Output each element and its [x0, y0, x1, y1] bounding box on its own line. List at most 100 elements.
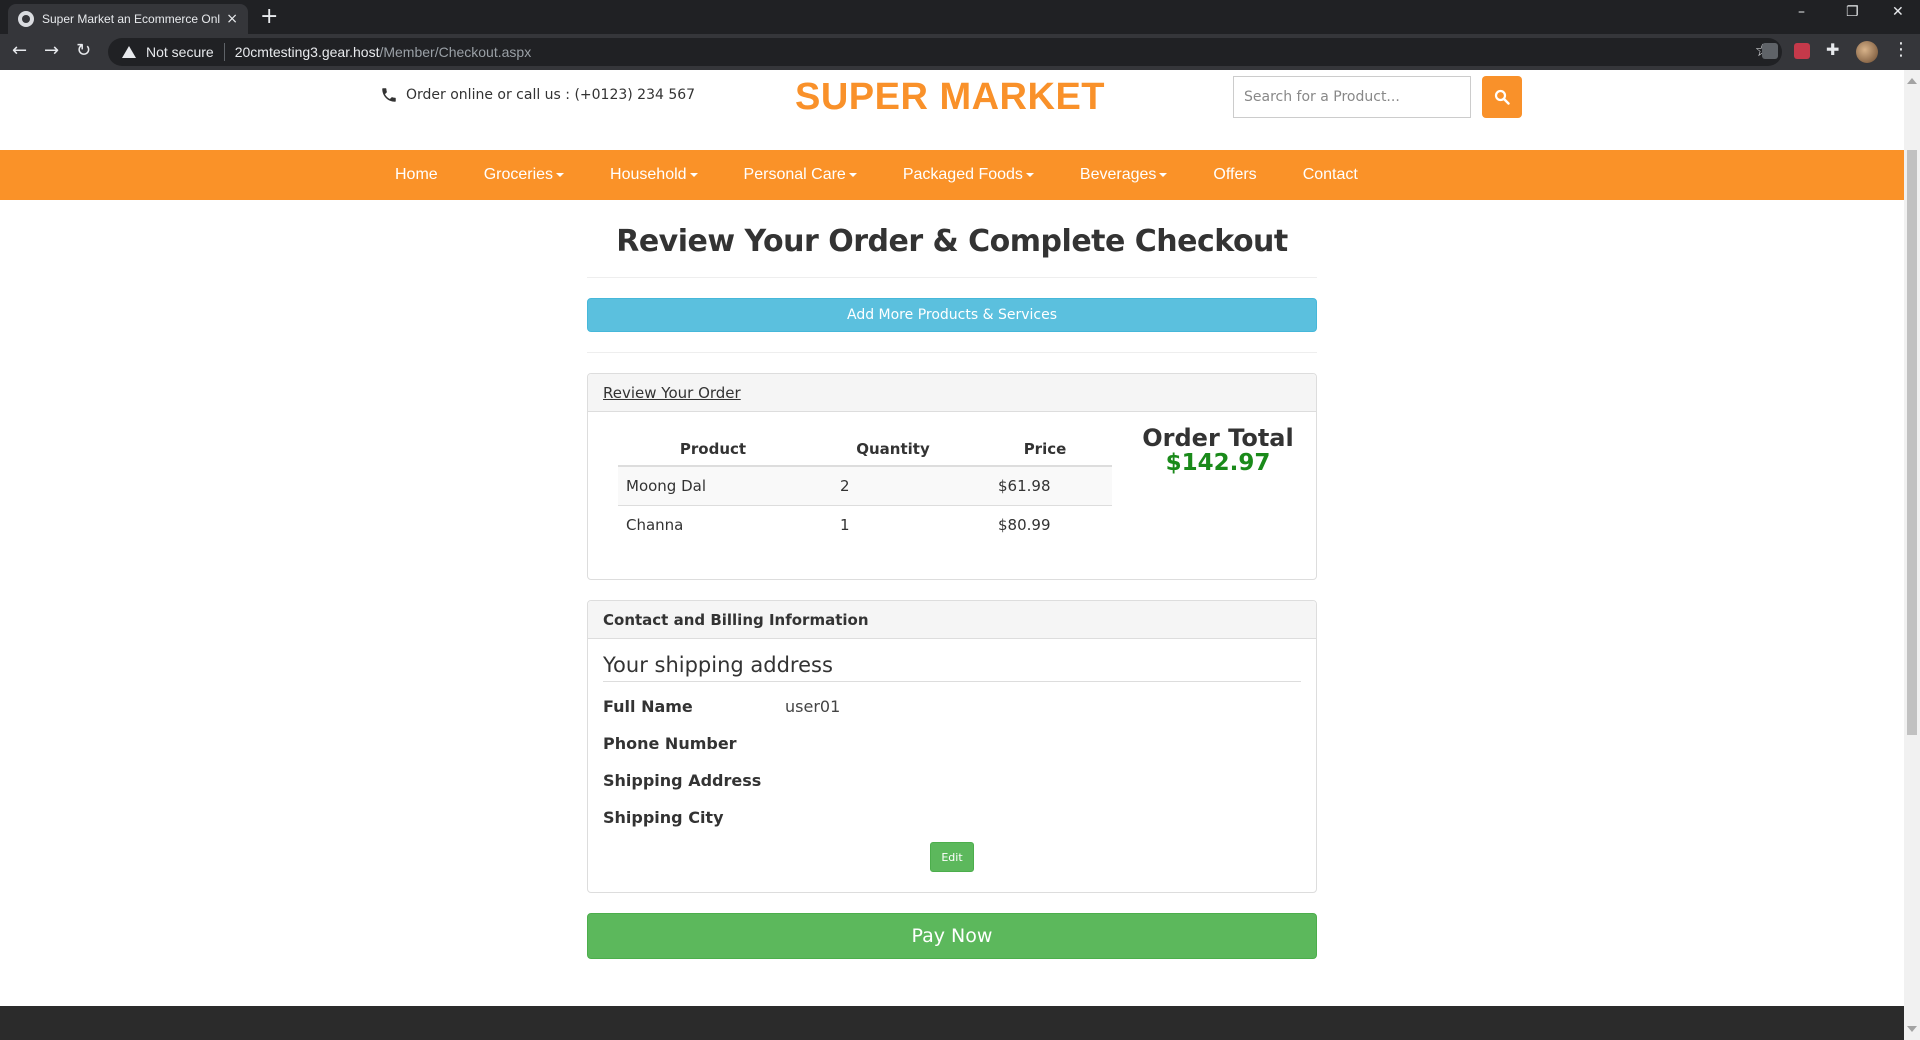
billing-panel: Contact and Billing Information Your shi… — [587, 600, 1317, 893]
tab-title: Super Market an Ecommerce Onl — [42, 12, 221, 26]
caret-down-icon — [848, 172, 857, 177]
full-name-row: Full Name user01 — [603, 688, 1301, 725]
review-order-link[interactable]: Review Your Order — [603, 384, 741, 402]
nav-item-offers[interactable]: Offers — [1190, 166, 1279, 184]
nav-item-label: Personal Care — [743, 166, 846, 183]
url-path: /Member/Checkout.aspx — [379, 44, 532, 60]
caret-down-icon — [1025, 172, 1034, 177]
column-header-quantity: Quantity — [808, 432, 978, 467]
nav-item-personal-care[interactable]: Personal Care — [721, 166, 880, 184]
browser-menu-icon[interactable]: ⋮ — [1892, 41, 1910, 59]
new-tab-button[interactable]: + — [260, 6, 278, 28]
call-text: Order online or call us : (+0123) 234 56… — [406, 87, 696, 103]
nav-item-label: Household — [610, 166, 687, 183]
shipping-address-heading: Your shipping address — [603, 653, 1301, 682]
quantity-cell: 2 — [808, 465, 978, 505]
browser-tab[interactable]: Super Market an Ecommerce Onl × — [8, 4, 248, 34]
edit-wrap: Edit — [603, 842, 1301, 872]
order-total-label: Order Total — [1142, 424, 1294, 452]
nav-item-groceries[interactable]: Groceries — [461, 166, 587, 184]
site-logo[interactable]: SUPER MARKET — [780, 76, 1120, 119]
profile-avatar[interactable] — [1856, 41, 1878, 63]
column-header-product: Product — [618, 432, 808, 467]
search-input[interactable] — [1233, 76, 1471, 118]
column-header-price: Price — [978, 432, 1112, 467]
order-table: Product Quantity Price Moong Dal 2 $61.9… — [618, 432, 1112, 544]
tab-close-icon[interactable]: × — [226, 11, 238, 27]
phone-number-row: Phone Number — [603, 725, 1301, 762]
nav-item-contact[interactable]: Contact — [1280, 166, 1381, 184]
search-button[interactable] — [1482, 76, 1522, 118]
nav-item-label: Offers — [1213, 166, 1257, 183]
shipping-city-row: Shipping City — [603, 799, 1301, 836]
shipping-address-label: Shipping Address — [603, 771, 762, 790]
nav-item-label: Groceries — [483, 166, 554, 183]
billing-heading-text: Contact and Billing Information — [603, 610, 869, 629]
forward-button[interactable]: → — [44, 40, 59, 61]
browser-toolbar: ← → ↻ Not secure 20cmtesting3.gear.host … — [0, 34, 1920, 70]
divider — [587, 277, 1317, 278]
nav-item-label: Home — [395, 166, 438, 183]
scrollbar-thumb[interactable] — [1907, 150, 1917, 735]
back-button[interactable]: ← — [12, 40, 27, 61]
site-header: Order online or call us : (+0123) 234 56… — [0, 70, 1904, 150]
phone-number-label: Phone Number — [603, 734, 737, 753]
reload-button[interactable]: ↻ — [76, 40, 91, 61]
web-page: Order online or call us : (+0123) 234 56… — [0, 70, 1904, 1040]
add-more-products-button[interactable]: Add More Products & Services — [587, 298, 1317, 332]
site-footer — [0, 1006, 1904, 1040]
nav-item-packaged-foods[interactable]: Packaged Foods — [880, 166, 1057, 184]
restore-button[interactable]: ❐ — [1846, 4, 1859, 20]
product-cell: Channa — [618, 504, 808, 544]
nav-item-label: Beverages — [1079, 166, 1157, 183]
browser-tab-bar: Super Market an Ecommerce Onl × + – ❐ ✕ — [0, 0, 1920, 34]
quantity-cell: 1 — [808, 504, 978, 544]
caret-down-icon — [689, 172, 698, 177]
billing-heading: Contact and Billing Information — [588, 601, 1316, 639]
omnibox-divider — [223, 43, 225, 61]
nav-item-label: Contact — [1302, 166, 1358, 183]
order-total: Order Total $142.97 — [1118, 424, 1318, 476]
extension-icon[interactable] — [1762, 43, 1778, 59]
price-cell: $80.99 — [978, 504, 1112, 544]
full-name-value: user01 — [785, 697, 841, 716]
globe-icon — [18, 11, 34, 27]
checkout-content: Review Your Order & Complete Checkout Ad… — [587, 200, 1317, 959]
scroll-down-arrow-icon[interactable] — [1907, 1026, 1917, 1032]
caret-down-icon — [1159, 172, 1168, 177]
recorder-extension-icon[interactable] — [1794, 43, 1810, 59]
divider — [587, 352, 1317, 353]
pay-now-button[interactable]: Pay Now — [587, 913, 1317, 959]
caret-down-icon — [556, 172, 565, 177]
warning-icon — [122, 46, 136, 58]
table-row: Channa 1 $80.99 — [618, 504, 1112, 544]
address-bar[interactable]: Not secure 20cmtesting3.gear.host /Membe… — [108, 38, 1782, 66]
price-cell: $61.98 — [978, 465, 1112, 505]
main-nav: Home Groceries Household Personal Care Packa… — [0, 150, 1904, 200]
edit-address-button[interactable]: Edit — [930, 842, 974, 872]
table-row: Moong Dal 2 $61.98 — [618, 465, 1112, 505]
nav-item-household[interactable]: Household — [587, 166, 721, 184]
security-label[interactable]: Not secure — [146, 44, 214, 60]
puzzle-icon[interactable]: ✚ — [1826, 40, 1842, 59]
review-order-heading: Review Your Order — [588, 374, 1316, 412]
review-order-panel: Review Your Order Product Quantity Price… — [587, 373, 1317, 580]
order-total-value: $142.97 — [1165, 450, 1271, 476]
search-icon — [1494, 89, 1510, 105]
call-info: Order online or call us : (+0123) 234 56… — [380, 86, 695, 104]
nav-item-label: Packaged Foods — [902, 166, 1023, 183]
close-window-button[interactable]: ✕ — [1892, 4, 1904, 20]
url-host: 20cmtesting3.gear.host — [234, 44, 380, 60]
page-title: Review Your Order & Complete Checkout — [616, 224, 1288, 259]
nav-item-home[interactable]: Home — [372, 166, 461, 184]
nav-list: Home Groceries Household Personal Care Packa… — [372, 150, 1381, 200]
minimize-button[interactable]: – — [1798, 4, 1805, 20]
product-cell: Moong Dal — [618, 465, 808, 505]
nav-item-beverages[interactable]: Beverages — [1057, 166, 1191, 184]
shipping-city-label: Shipping City — [603, 808, 724, 827]
billing-body: Your shipping address Full Name user01 P… — [588, 639, 1316, 892]
page-scrollbar[interactable] — [1904, 70, 1920, 1040]
shipping-address-row: Shipping Address — [603, 762, 1301, 799]
scroll-up-arrow-icon[interactable] — [1907, 78, 1917, 84]
review-order-body: Product Quantity Price Moong Dal 2 $61.9… — [588, 412, 1316, 576]
